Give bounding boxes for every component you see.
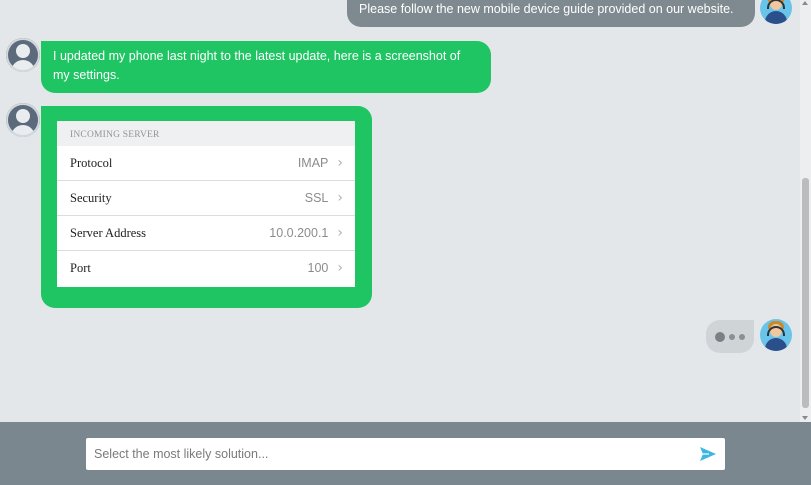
chevron-right-icon: › — [337, 260, 343, 276]
settings-row-port: Port 100 › — [57, 251, 355, 286]
scroll-up-arrow-icon[interactable] — [802, 1, 808, 5]
agent-message-text: Please follow the new mobile device guid… — [359, 2, 734, 16]
scrollbar-thumb[interactable] — [802, 178, 809, 408]
settings-screenshot: INCOMING SERVER Protocol IMAP › Security… — [57, 121, 355, 287]
settings-row-value: IMAP — [297, 155, 329, 170]
settings-row-protocol: Protocol IMAP › — [57, 146, 355, 181]
settings-row-label: Protocol — [70, 155, 113, 170]
settings-row-security: Security SSL › — [57, 181, 355, 216]
scroll-down-arrow-icon[interactable] — [802, 416, 808, 420]
settings-row-label: Port — [70, 261, 91, 275]
agent-avatar-icon — [760, 0, 792, 24]
settings-row-value: 100 — [307, 261, 329, 275]
user-message-text: I updated my phone last night to the lat… — [53, 49, 461, 82]
solution-input[interactable] — [86, 438, 676, 470]
user-avatar-icon — [6, 38, 40, 72]
typing-dot — [729, 333, 735, 340]
send-icon[interactable] — [699, 446, 717, 462]
agent-avatar-icon — [760, 319, 792, 351]
user-image-bubble: INCOMING SERVER Protocol IMAP › Security… — [41, 106, 372, 308]
chat-transcript: Please follow the new mobile device guid… — [0, 0, 800, 422]
user-avatar-icon — [6, 103, 40, 137]
agent-message-bubble: Please follow the new mobile device guid… — [347, 0, 755, 27]
typing-indicator — [706, 320, 754, 353]
settings-header: INCOMING SERVER — [57, 121, 355, 146]
settings-row-value: 10.0.200.1 — [269, 225, 329, 240]
composer-bar — [0, 422, 811, 485]
chevron-right-icon: › — [337, 224, 343, 241]
typing-dot — [715, 331, 725, 342]
settings-row-label: Security — [70, 190, 112, 205]
chevron-right-icon: › — [337, 154, 343, 171]
settings-row-value: SSL — [304, 190, 329, 205]
settings-row-label: Server Address — [70, 225, 147, 240]
composer-input-wrapper — [86, 438, 725, 470]
user-message-bubble: I updated my phone last night to the lat… — [41, 41, 491, 93]
chat-scrollbar[interactable] — [800, 0, 811, 422]
typing-dot — [739, 333, 745, 340]
chevron-right-icon: › — [337, 189, 343, 206]
settings-row-server-address: Server Address 10.0.200.1 › — [57, 216, 355, 251]
